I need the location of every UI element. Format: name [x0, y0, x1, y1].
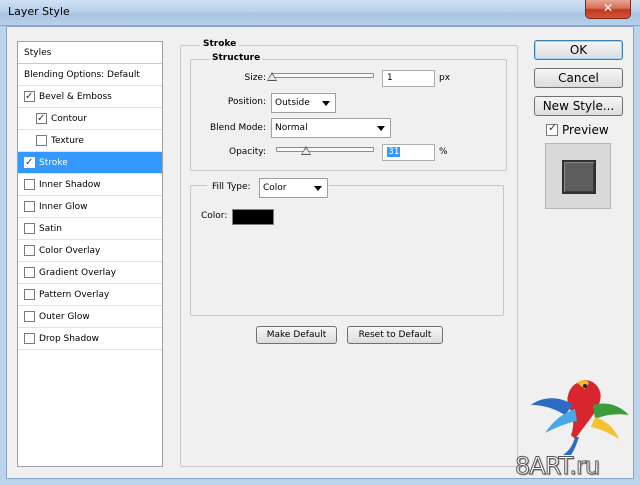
styles-items: Bevel & Emboss Contour Texture Stroke Inner … — [18, 86, 162, 350]
cancel-button[interactable]: Cancel — [534, 68, 623, 88]
styles-list: Styles Blending Options: Default Bevel &… — [17, 41, 163, 467]
styles-item-outer-glow[interactable]: Outer Glow — [18, 306, 162, 328]
styles-item-checkbox[interactable] — [24, 201, 35, 212]
parrot-logo-icon — [531, 380, 629, 455]
position-value: Outside — [275, 98, 310, 108]
new-style-button[interactable]: New Style... — [534, 96, 623, 116]
styles-item-label: Bevel & Emboss — [39, 92, 112, 102]
blend-mode-value: Normal — [275, 123, 308, 133]
styles-item-checkbox[interactable] — [24, 267, 35, 278]
styles-item-color-overlay[interactable]: Color Overlay — [18, 240, 162, 262]
styles-item-checkbox[interactable] — [24, 311, 35, 322]
styles-item-contour[interactable]: Contour — [18, 108, 162, 130]
chevron-down-icon — [322, 101, 330, 106]
styles-item-inner-shadow[interactable]: Inner Shadow — [18, 174, 162, 196]
close-icon: ✕ — [602, 1, 614, 15]
reset-to-default-button[interactable]: Reset to Default — [347, 326, 443, 344]
blend-mode-label: Blend Mode: — [209, 123, 266, 133]
fill-type-label: Fill Type: — [212, 182, 251, 192]
size-value: 1 — [387, 73, 393, 83]
opacity-unit: % — [439, 147, 448, 157]
stroke-group-title: Stroke — [200, 39, 240, 49]
styles-item-label: Drop Shadow — [39, 334, 100, 344]
styles-item-checkbox[interactable] — [24, 223, 35, 234]
styles-item-checkbox[interactable] — [36, 135, 47, 146]
watermark: 8ART.ru — [514, 375, 635, 483]
blending-options-item[interactable]: Blending Options: Default — [18, 64, 162, 86]
window-title: Layer Style — [8, 5, 70, 18]
styles-item-drop-shadow[interactable]: Drop Shadow — [18, 328, 162, 350]
styles-item-checkbox[interactable] — [24, 86, 35, 108]
styles-item-label: Gradient Overlay — [39, 268, 117, 278]
chevron-down-icon — [314, 186, 322, 191]
fill-type-group — [190, 185, 504, 316]
styles-item-checkbox[interactable] — [24, 289, 35, 300]
opacity-label: Opacity: — [229, 147, 266, 157]
styles-item-label: Color Overlay — [39, 246, 101, 256]
chevron-down-icon — [377, 126, 385, 131]
preview-checkbox[interactable] — [546, 121, 558, 136]
styles-item-stroke[interactable]: Stroke — [18, 152, 162, 174]
position-select[interactable]: Outside — [271, 93, 336, 113]
styles-header[interactable]: Styles — [18, 42, 162, 64]
styles-item-gradient-overlay[interactable]: Gradient Overlay — [18, 262, 162, 284]
styles-item-checkbox[interactable] — [24, 179, 35, 190]
styles-item-label: Texture — [51, 136, 84, 146]
size-input[interactable]: 1 — [382, 70, 435, 87]
opacity-value: 31 — [387, 147, 401, 157]
opacity-slider-thumb[interactable] — [301, 146, 312, 155]
styles-item-checkbox[interactable] — [24, 245, 35, 256]
opacity-slider-track[interactable] — [276, 147, 374, 152]
styles-item-label: Outer Glow — [39, 312, 90, 322]
styles-item-satin[interactable]: Satin — [18, 218, 162, 240]
size-slider-thumb[interactable] — [267, 72, 277, 81]
position-label: Position: — [227, 97, 266, 107]
size-slider-track[interactable] — [272, 73, 374, 78]
make-default-button[interactable]: Make Default — [256, 326, 337, 344]
fill-type-select[interactable]: Color — [259, 178, 328, 198]
styles-item-texture[interactable]: Texture — [18, 130, 162, 152]
styles-item-checkbox[interactable] — [36, 108, 47, 130]
ok-button[interactable]: OK — [534, 40, 623, 60]
styles-item-pattern-overlay[interactable]: Pattern Overlay — [18, 284, 162, 306]
styles-item-checkbox[interactable] — [24, 152, 35, 174]
opacity-input[interactable]: 31 — [382, 144, 435, 161]
size-label: Size: — [244, 73, 266, 83]
size-unit: px — [439, 73, 451, 83]
styles-item-checkbox[interactable] — [24, 333, 35, 344]
styles-item-label: Stroke — [39, 158, 68, 168]
watermark-text: 8ART.ru — [514, 452, 600, 481]
styles-item-inner-glow[interactable]: Inner Glow — [18, 196, 162, 218]
styles-item-bevel-emboss[interactable]: Bevel & Emboss — [18, 86, 162, 108]
preview-swatch — [562, 160, 596, 194]
blend-mode-select[interactable]: Normal — [271, 118, 391, 138]
style-preview — [545, 143, 611, 209]
styles-item-label: Pattern Overlay — [39, 290, 110, 300]
close-button[interactable]: ✕ — [585, 0, 631, 19]
color-label: Color: — [201, 211, 228, 221]
stroke-color-swatch[interactable] — [232, 209, 274, 225]
styles-item-label: Satin — [39, 224, 62, 234]
fill-type-value: Color — [263, 183, 287, 193]
structure-group-title: Structure — [209, 53, 264, 63]
styles-item-label: Contour — [51, 114, 87, 124]
title-bar[interactable]: Layer Style ✕ — [0, 0, 640, 26]
styles-item-label: Inner Glow — [39, 202, 88, 212]
styles-item-label: Inner Shadow — [39, 180, 101, 190]
preview-label[interactable]: Preview — [562, 123, 609, 137]
